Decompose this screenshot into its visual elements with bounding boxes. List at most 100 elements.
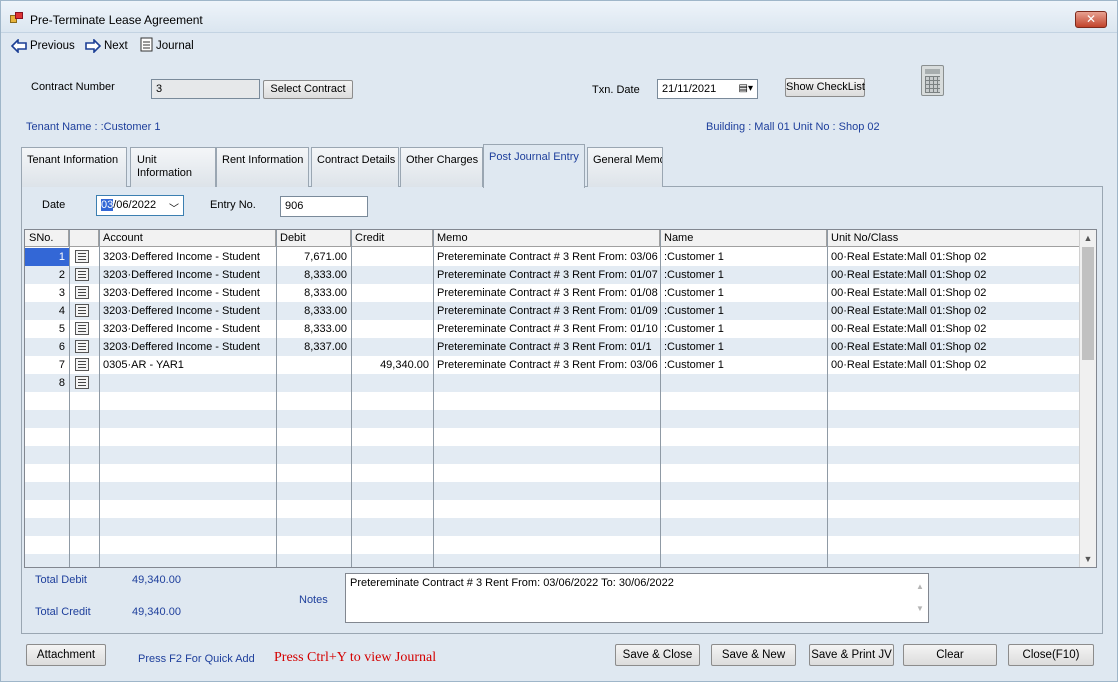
cell-debit[interactable]: 8,333.00 xyxy=(276,284,351,302)
cell-name[interactable]: :Customer 1 xyxy=(660,284,827,302)
row-detail-icon[interactable] xyxy=(75,376,89,389)
cell-credit[interactable] xyxy=(351,248,433,266)
table-row[interactable]: 3 3203·Deffered Income - Student 8,333.00 P… xyxy=(25,284,1080,302)
col-sno[interactable]: SNo. xyxy=(25,230,69,247)
table-row[interactable]: 8 xyxy=(25,374,1080,392)
cell-unit[interactable]: 00·Real Estate:Mall 01:Shop 02 xyxy=(827,356,1080,374)
tab-post-journal-entry[interactable]: Post Journal Entry xyxy=(483,144,585,188)
cell-sno[interactable]: 7 xyxy=(25,356,69,374)
cell-sno[interactable]: 6 xyxy=(25,338,69,356)
table-row[interactable] xyxy=(25,536,1080,554)
notes-scrollbar[interactable]: ▲ ▼ xyxy=(914,576,926,620)
cell-account[interactable]: 3203·Deffered Income - Student xyxy=(99,284,276,302)
cell-credit[interactable] xyxy=(351,338,433,356)
cell-sno[interactable]: 3 xyxy=(25,284,69,302)
cell-sno[interactable]: 2 xyxy=(25,266,69,284)
table-row[interactable]: 6 3203·Deffered Income - Student 8,337.00 P… xyxy=(25,338,1080,356)
tab-rent-information[interactable]: Rent Information xyxy=(216,147,309,187)
row-detail-icon[interactable] xyxy=(75,268,89,281)
col-credit[interactable]: Credit xyxy=(351,230,433,247)
cell-account[interactable]: 0305·AR - YAR1 xyxy=(99,356,276,374)
contract-number-field[interactable]: 3 xyxy=(151,79,260,99)
cell-credit[interactable] xyxy=(351,374,433,392)
next-button[interactable]: Next xyxy=(85,37,128,55)
table-row[interactable]: 2 3203·Deffered Income - Student 8,333.00 P… xyxy=(25,266,1080,284)
scroll-thumb[interactable] xyxy=(1082,247,1094,360)
cell-memo[interactable]: Pretereminate Contract # 3 Rent From: 01… xyxy=(433,320,660,338)
col-debit[interactable]: Debit xyxy=(276,230,351,247)
cell-unit[interactable]: 00·Real Estate:Mall 01:Shop 02 xyxy=(827,338,1080,356)
cell-name[interactable]: :Customer 1 xyxy=(660,338,827,356)
attachment-button[interactable]: Attachment xyxy=(26,644,106,666)
entry-no-field[interactable]: 906 xyxy=(280,196,368,217)
cell-credit[interactable] xyxy=(351,320,433,338)
cell-credit[interactable]: 49,340.00 xyxy=(351,356,433,374)
row-detail-icon[interactable] xyxy=(75,286,89,299)
cell-unit[interactable]: 00·Real Estate:Mall 01:Shop 02 xyxy=(827,302,1080,320)
cell-name[interactable]: :Customer 1 xyxy=(660,302,827,320)
cell-name[interactable] xyxy=(660,374,827,392)
cell-account[interactable]: 3203·Deffered Income - Student xyxy=(99,248,276,266)
cell-debit[interactable]: 8,337.00 xyxy=(276,338,351,356)
cell-unit[interactable]: 00·Real Estate:Mall 01:Shop 02 xyxy=(827,284,1080,302)
cell-credit[interactable] xyxy=(351,302,433,320)
tab-unit-information[interactable]: Unit Information xyxy=(130,147,216,187)
cell-memo[interactable]: Pretereminate Contract # 3 Rent From: 01… xyxy=(433,266,660,284)
save-new-button[interactable]: Save & New xyxy=(711,644,796,666)
journal-button[interactable]: Journal xyxy=(140,37,194,55)
cell-name[interactable]: :Customer 1 xyxy=(660,356,827,374)
cell-memo[interactable]: Pretereminate Contract # 3 Rent From: 01… xyxy=(433,338,660,356)
cell-name[interactable]: :Customer 1 xyxy=(660,248,827,266)
cell-sno[interactable]: 4 xyxy=(25,302,69,320)
cell-name[interactable]: :Customer 1 xyxy=(660,266,827,284)
cell-memo[interactable]: Pretereminate Contract # 3 Rent From: 01… xyxy=(433,284,660,302)
grid-scrollbar[interactable]: ▲ ▼ xyxy=(1079,230,1096,567)
scroll-down-icon[interactable]: ▼ xyxy=(1080,551,1096,567)
save-close-button[interactable]: Save & Close xyxy=(615,644,700,666)
calendar-icon[interactable]: ▤▾ xyxy=(739,83,753,94)
col-unit[interactable]: Unit No/Class xyxy=(827,230,1080,247)
cell-memo[interactable]: Pretereminate Contract # 3 Rent From: 01… xyxy=(433,302,660,320)
previous-button[interactable]: Previous xyxy=(11,37,75,55)
table-row[interactable] xyxy=(25,464,1080,482)
table-row[interactable] xyxy=(25,500,1080,518)
table-row[interactable] xyxy=(25,482,1080,500)
show-checklist-button[interactable]: Show CheckList xyxy=(785,78,865,97)
table-row[interactable]: 1 3203·Deffered Income - Student 7,671.00 P… xyxy=(25,248,1080,266)
cell-account[interactable]: 3203·Deffered Income - Student xyxy=(99,302,276,320)
tab-tenant-information[interactable]: Tenant Information xyxy=(21,147,127,187)
date-field[interactable]: 03/06/2022 ﹀ xyxy=(96,195,184,216)
table-row[interactable] xyxy=(25,518,1080,536)
scroll-up-icon[interactable]: ▲ xyxy=(1080,230,1096,246)
chevron-down-icon[interactable]: ﹀ xyxy=(169,200,179,215)
cell-unit[interactable]: 00·Real Estate:Mall 01:Shop 02 xyxy=(827,266,1080,284)
cell-credit[interactable] xyxy=(351,284,433,302)
cell-unit[interactable]: 00·Real Estate:Mall 01:Shop 02 xyxy=(827,248,1080,266)
table-row[interactable]: 7 0305·AR - YAR1 49,340.00 Pretereminate Co… xyxy=(25,356,1080,374)
cell-debit[interactable] xyxy=(276,374,351,392)
table-row[interactable]: 4 3203·Deffered Income - Student 8,333.00 P… xyxy=(25,302,1080,320)
select-contract-button[interactable]: Select Contract xyxy=(263,80,353,99)
row-detail-icon[interactable] xyxy=(75,250,89,263)
tab-other-charges[interactable]: Other Charges xyxy=(400,147,483,187)
row-detail-icon[interactable] xyxy=(75,358,89,371)
row-detail-icon[interactable] xyxy=(75,322,89,335)
cell-account[interactable]: 3203·Deffered Income - Student xyxy=(99,266,276,284)
table-row[interactable] xyxy=(25,410,1080,428)
cell-credit[interactable] xyxy=(351,266,433,284)
cell-debit[interactable]: 7,671.00 xyxy=(276,248,351,266)
calculator-icon[interactable] xyxy=(921,65,944,96)
cell-debit[interactable] xyxy=(276,356,351,374)
close-button[interactable]: Close(F10) xyxy=(1008,644,1094,666)
col-memo[interactable]: Memo xyxy=(433,230,660,247)
cell-debit[interactable]: 8,333.00 xyxy=(276,320,351,338)
table-row[interactable]: 5 3203·Deffered Income - Student 8,333.00 P… xyxy=(25,320,1080,338)
cell-account[interactable]: 3203·Deffered Income - Student xyxy=(99,338,276,356)
save-print-jv-button[interactable]: Save & Print JV xyxy=(809,644,894,666)
col-icon[interactable] xyxy=(69,230,99,247)
cell-account[interactable]: 3203·Deffered Income - Student xyxy=(99,320,276,338)
cell-memo[interactable]: Pretereminate Contract # 3 Rent From: 03… xyxy=(433,248,660,266)
cell-sno[interactable]: 8 xyxy=(25,374,69,392)
cell-account[interactable] xyxy=(99,374,276,392)
row-detail-icon[interactable] xyxy=(75,304,89,317)
